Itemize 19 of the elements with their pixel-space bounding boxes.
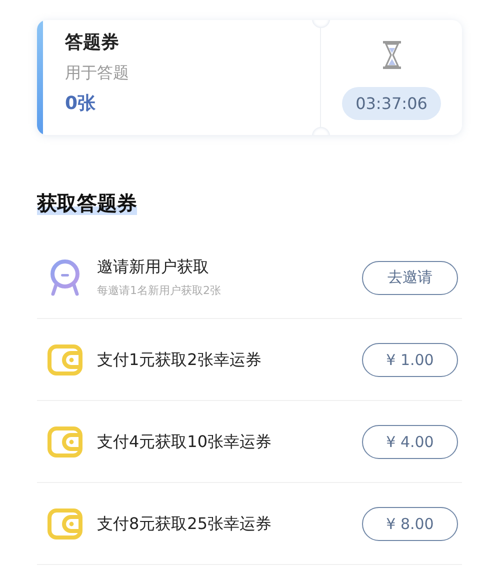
section-title: 获取答题券 (37, 191, 137, 215)
wallet-icon (47, 508, 83, 540)
option-title: 支付4元获取10张幸运券 (97, 430, 273, 452)
robot-icon (48, 258, 82, 296)
ticket-title: 答题券 (65, 31, 120, 55)
countdown-timer: 03:37:06 (342, 87, 442, 120)
wallet-icon (47, 344, 83, 376)
option-title: 支付8元获取25张幸运券 (97, 512, 273, 534)
option-subtitle: 每邀请1名新用户获取2张 (97, 282, 222, 298)
wallet-icon (47, 426, 83, 458)
option-title: 支付1元获取2张幸运券 (97, 348, 262, 370)
option-title: 邀请新用户获取 (97, 256, 210, 278)
hourglass-icon (382, 40, 402, 70)
price-button[interactable]: ¥ 1.00 (362, 342, 458, 376)
invite-button[interactable]: 去邀请 (362, 260, 458, 294)
price-button[interactable]: ¥ 4.00 (362, 424, 458, 458)
ticket-subtitle: 用于答题 (65, 62, 130, 84)
price-button[interactable]: ¥ 8.00 (362, 506, 458, 540)
ticket-count: 0张 (65, 92, 97, 116)
